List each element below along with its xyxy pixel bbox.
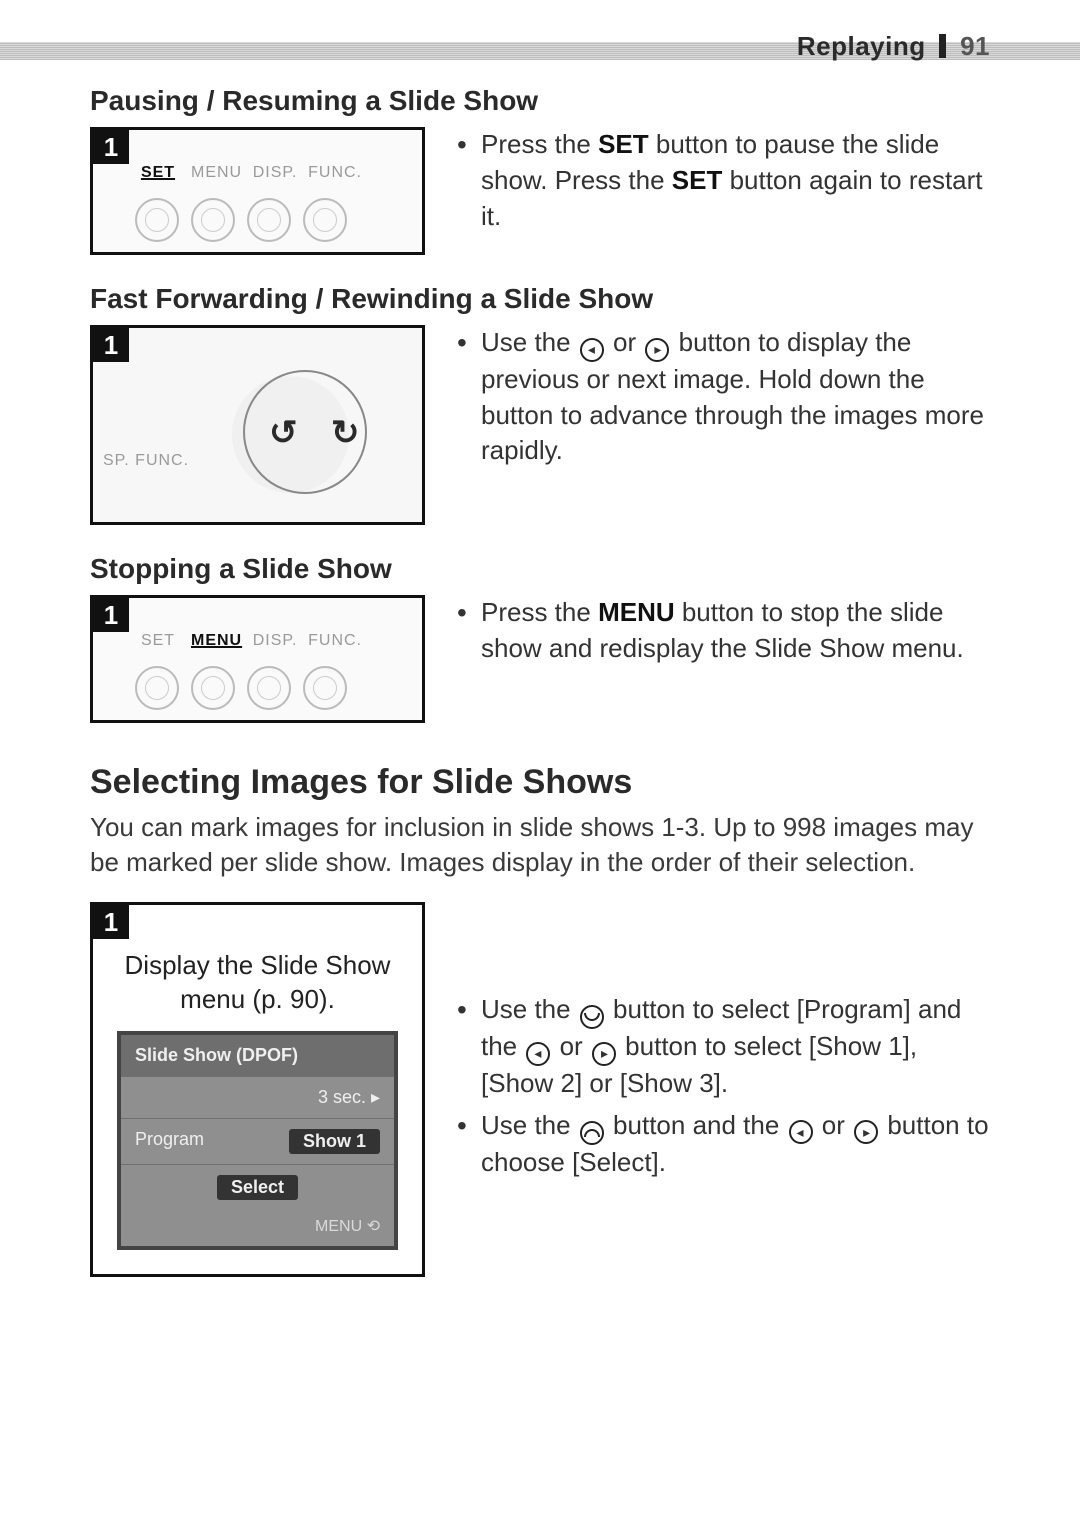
menu-label: MENU — [191, 632, 242, 650]
selecting-intro: You can mark images for inclusion in sli… — [90, 810, 990, 880]
dial-icon — [247, 198, 291, 242]
menu-strong: MENU — [598, 597, 675, 627]
lcd-title: Slide Show (DPOF) — [135, 1045, 298, 1066]
pausing-dial-row — [93, 198, 422, 252]
dial-icon — [135, 666, 179, 710]
selecting-diagram: 1 Display the Slide Show menu (p. 90). S… — [90, 902, 425, 1277]
menu-label: MENU — [191, 164, 242, 182]
text: Use the — [481, 1110, 578, 1140]
right-button-icon — [854, 1120, 878, 1144]
dial-icon — [303, 198, 347, 242]
ffwd-step-number: 1 — [93, 328, 129, 362]
right-button-icon — [645, 338, 669, 362]
lcd-show-value: Show 1 — [289, 1129, 380, 1154]
section-name: Replaying — [797, 31, 926, 61]
page-number: 91 — [960, 31, 990, 61]
text: button and the — [606, 1110, 787, 1140]
lcd-time-row: 3 sec. ▸ — [121, 1076, 394, 1118]
selecting-caption: Display the Slide Show menu (p. 90). — [93, 905, 422, 1031]
set-strong: SET — [672, 165, 723, 195]
pausing-bullets: Press the SET button to pause the slide … — [457, 127, 990, 241]
stopping-step-number: 1 — [93, 598, 129, 632]
right-arrow-icon: ↻ — [331, 413, 360, 453]
ffwd-heading: Fast Forwarding / Rewinding a Slide Show — [90, 283, 990, 315]
text: Use the — [481, 327, 578, 357]
lcd-select: Select — [217, 1175, 298, 1200]
set-label: SET — [135, 164, 181, 182]
ffwd-bullets: Use the or button to display the previou… — [457, 325, 990, 475]
dial-icon — [191, 198, 235, 242]
lcd-select-row: Select — [121, 1164, 394, 1210]
up-button-icon — [580, 1121, 604, 1145]
selecting-row: 1 Display the Slide Show menu (p. 90). S… — [90, 902, 990, 1277]
stopping-heading: Stopping a Slide Show — [90, 553, 990, 585]
dial-icon — [303, 666, 347, 710]
selecting-step-number: 1 — [93, 905, 129, 939]
dial-icon — [191, 666, 235, 710]
right-button-icon — [592, 1042, 616, 1066]
section-divider — [939, 34, 946, 58]
text: Use the — [481, 994, 578, 1024]
selecting-title: Selecting Images for Slide Shows — [90, 763, 990, 802]
lcd-time: 3 sec. ▸ — [318, 1087, 380, 1108]
text: Press the — [481, 129, 598, 159]
disp-label: DISP. — [252, 164, 298, 182]
stopping-dial-row — [93, 666, 422, 720]
pausing-row: 1 SET MENU DISP. FUNC. Press the SET but… — [90, 127, 990, 255]
disp-label: DISP. — [252, 632, 298, 650]
down-button-icon — [580, 1005, 604, 1029]
text: Press the — [481, 597, 598, 627]
lcd-title-row: Slide Show (DPOF) — [121, 1035, 394, 1076]
left-button-icon — [789, 1120, 813, 1144]
dial-icon — [135, 198, 179, 242]
caption-line1: Display the Slide Show — [125, 950, 391, 980]
pausing-diagram: 1 SET MENU DISP. FUNC. — [90, 127, 425, 255]
stopping-bullets: Press the MENU button to stop the slide … — [457, 595, 990, 673]
stopping-diagram: 1 SET MENU DISP. FUNC. — [90, 595, 425, 723]
text: or — [552, 1031, 590, 1061]
stopping-row: 1 SET MENU DISP. FUNC. Press the MENU bu… — [90, 595, 990, 723]
set-strong: SET — [598, 129, 649, 159]
selecting-bullets: Use the button to select [Program] and t… — [457, 992, 990, 1186]
lcd-screen: Slide Show (DPOF) 3 sec. ▸ Program Show … — [117, 1031, 398, 1250]
left-button-icon — [580, 338, 604, 362]
manual-page: Replaying 91 Pausing / Resuming a Slide … — [0, 0, 1080, 1529]
lcd-footer: MENU ⟲ — [121, 1210, 394, 1246]
lcd-program-row: Program Show 1 — [121, 1118, 394, 1164]
text: button to select [Show 1], [Show 2] or [… — [481, 1031, 917, 1098]
text: or — [606, 327, 644, 357]
left-button-icon — [526, 1042, 550, 1066]
dial-icon — [247, 666, 291, 710]
selecting-bullet-2: Use the button and the or button to choo… — [457, 1108, 990, 1181]
left-arrow-icon: ↺ — [269, 413, 298, 453]
pausing-step-number: 1 — [93, 130, 129, 164]
selecting-bullet-1: Use the button to select [Program] and t… — [457, 992, 990, 1102]
caption-line2: menu (p. 90). — [180, 984, 335, 1014]
func-label: FUNC. — [308, 632, 362, 650]
corner-label: SP. FUNC. — [103, 452, 189, 470]
ffwd-diagram: 1 ↺ ↻ SP. FUNC. — [90, 325, 425, 525]
running-head-label: Replaying 91 — [797, 31, 990, 62]
stopping-bullet: Press the MENU button to stop the slide … — [457, 595, 990, 667]
set-label: SET — [135, 632, 181, 650]
func-label: FUNC. — [308, 164, 362, 182]
running-head: Replaying 91 — [0, 0, 1080, 60]
lcd-program-label: Program — [135, 1129, 204, 1154]
ffwd-row: 1 ↺ ↻ SP. FUNC. Use the or button to dis… — [90, 325, 990, 525]
pausing-heading: Pausing / Resuming a Slide Show — [90, 85, 990, 117]
text: or — [815, 1110, 853, 1140]
pausing-bullet: Press the SET button to pause the slide … — [457, 127, 990, 235]
ffwd-bullet: Use the or button to display the previou… — [457, 325, 990, 469]
